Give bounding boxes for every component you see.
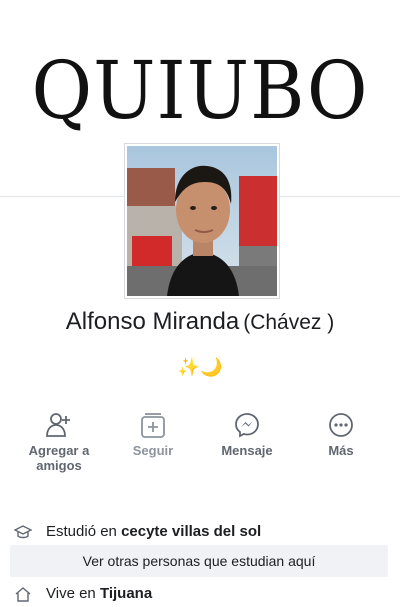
see-other-students-button[interactable]: Ver otras personas que estudian aquí [10, 545, 388, 577]
masthead-title: QUIUBO [31, 44, 369, 138]
add-friend-label-line1: Agregar a [28, 443, 90, 458]
graduation-cap-icon [14, 525, 32, 539]
add-friend-icon [46, 413, 70, 437]
profile-photo[interactable] [125, 144, 279, 298]
add-friend-label-line2: amigos [36, 458, 82, 473]
home-icon [15, 587, 31, 602]
profile-actions-bar: Agregar a amigos Seguir Mensaje Más [0, 405, 400, 475]
profile-bio: ✨🌙 [177, 357, 223, 377]
message-label: Mensaje [221, 443, 273, 458]
profile-name: Alfonso Miranda (Chávez ) [0, 305, 400, 340]
more-label: Más [328, 443, 354, 458]
profile-name-alternate: (Chávez ) [243, 311, 335, 334]
add-friend-button[interactable]: Agregar a amigos [17, 405, 101, 473]
education-school-link[interactable]: cecyte villas del sol [121, 523, 261, 540]
residence-city-link[interactable]: Tijuana [100, 585, 152, 602]
profile-photo-image [127, 146, 277, 296]
message-button[interactable]: Mensaje [205, 405, 289, 458]
more-button[interactable]: Más [299, 405, 383, 458]
residence-row: Vive en Tijuana [14, 581, 394, 607]
follow-button[interactable]: Seguir [111, 405, 195, 458]
education-text: Estudió en cecyte villas del sol [46, 519, 261, 545]
masthead-banner: QUIUBO [0, 38, 400, 144]
education-prefix: Estudió en [46, 523, 117, 540]
residence-prefix: Vive en [46, 585, 96, 602]
profile-name-primary: Alfonso Miranda [65, 308, 240, 335]
messenger-icon [235, 413, 259, 438]
follow-icon [141, 413, 165, 438]
follow-label: Seguir [132, 443, 174, 458]
residence-text: Vive en Tijuana [46, 581, 152, 607]
education-row: Estudió en cecyte villas del sol [14, 519, 394, 545]
more-icon [329, 413, 353, 437]
